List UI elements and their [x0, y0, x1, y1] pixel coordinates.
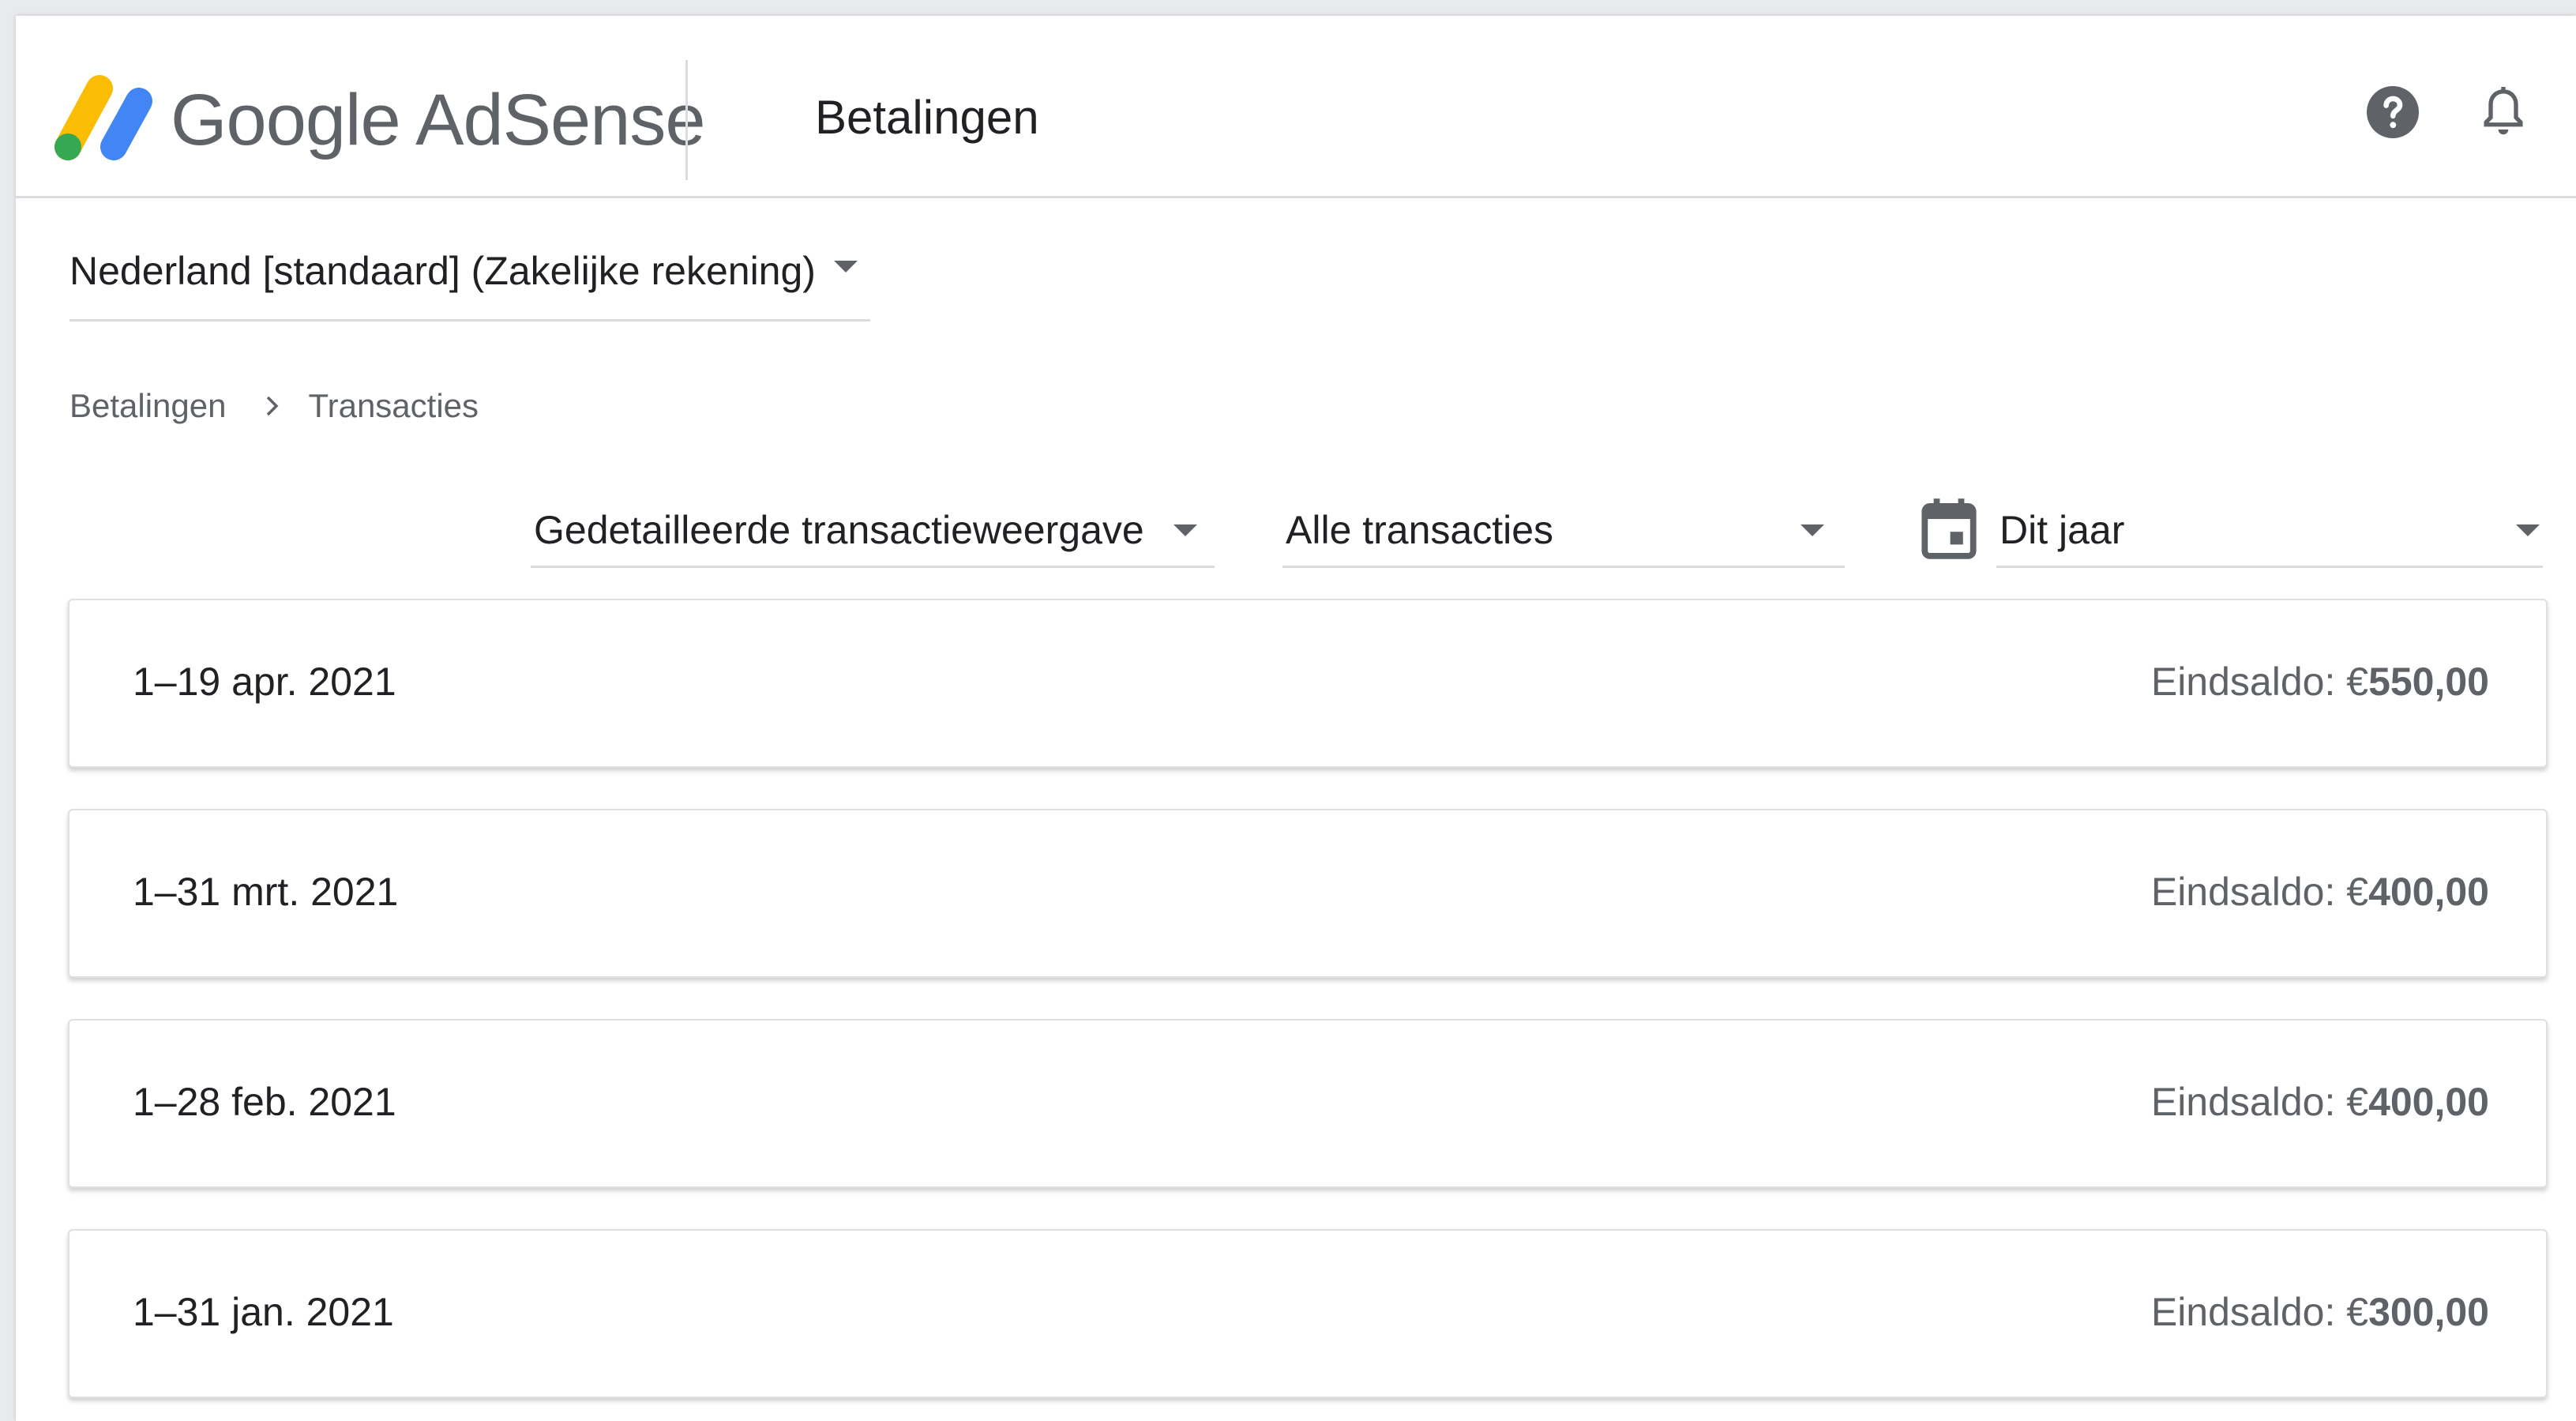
page-title: Betalingen: [815, 91, 1039, 144]
period-card[interactable]: 1–19 apr. 2021 Eindsaldo: €550,00: [68, 599, 2548, 768]
adsense-logo-icon: [54, 75, 152, 160]
calendar-icon[interactable]: [1917, 496, 1981, 562]
dropdown-arrow-icon: [1801, 524, 1824, 536]
help-button[interactable]: [2361, 81, 2424, 144]
dropdown-arrow-icon: [834, 261, 858, 273]
account-selector[interactable]: Nederland [standaard] (Zakelijke rekenin…: [69, 240, 870, 321]
transaction-type-dropdown[interactable]: Alle transacties: [1282, 490, 1845, 568]
breadcrumb: Betalingen Transacties: [69, 384, 479, 428]
period-range: 1–19 apr. 2021: [133, 660, 396, 704]
top-bar: Google AdSense Betalingen: [16, 16, 2576, 198]
ending-balance: Eindsaldo: €300,00: [2151, 1289, 2489, 1335]
period-card[interactable]: 1–31 mrt. 2021 Eindsaldo: €400,00: [68, 809, 2548, 978]
ending-balance-amount: 400,00: [2368, 870, 2489, 914]
period-range: 1–31 mrt. 2021: [133, 870, 399, 914]
dropdown-arrow-icon: [1173, 524, 1197, 536]
view-type-dropdown[interactable]: Gedetailleerde transactieweergave: [531, 490, 1215, 568]
period-card[interactable]: 1–28 feb. 2021 Eindsaldo: €400,00: [68, 1019, 2548, 1188]
ending-balance-label: Eindsaldo:: [2150, 870, 2336, 914]
ending-balance: Eindsaldo: €400,00: [2151, 1079, 2489, 1125]
chevron-right-icon: [265, 394, 280, 418]
help-circle-icon: [2367, 86, 2419, 138]
notifications-button[interactable]: [2472, 81, 2535, 144]
currency-symbol: €: [2346, 870, 2369, 914]
transaction-type-value: Alle transacties: [1286, 508, 1554, 552]
brand-name: Google AdSense: [171, 80, 706, 160]
app-window: Google AdSense Betalingen Nederland [sta…: [16, 16, 2576, 1421]
ending-balance-amount: 550,00: [2368, 660, 2489, 704]
account-selector-value: Nederland [standaard] (Zakelijke rekenin…: [69, 249, 816, 293]
ending-balance-amount: 300,00: [2368, 1290, 2489, 1334]
view-type-value: Gedetailleerde transactieweergave: [534, 508, 1144, 552]
breadcrumb-current: Transacties: [308, 387, 479, 424]
period-range: 1–28 feb. 2021: [133, 1080, 396, 1124]
date-range-dropdown[interactable]: Dit jaar: [1996, 490, 2543, 568]
currency-symbol: €: [2346, 1080, 2369, 1124]
header-divider: [685, 60, 688, 180]
breadcrumb-payments-link[interactable]: Betalingen: [69, 387, 227, 425]
currency-symbol: €: [2346, 660, 2369, 704]
ending-balance-label: Eindsaldo:: [2150, 660, 2336, 704]
date-range-value: Dit jaar: [2000, 508, 2125, 552]
ending-balance-label: Eindsaldo:: [2150, 1290, 2336, 1334]
ending-balance: Eindsaldo: €550,00: [2151, 659, 2489, 705]
period-card[interactable]: 1–31 jan. 2021 Eindsaldo: €300,00: [68, 1229, 2548, 1398]
ending-balance: Eindsaldo: €400,00: [2151, 869, 2489, 915]
currency-symbol: €: [2346, 1290, 2369, 1334]
ending-balance-amount: 400,00: [2368, 1080, 2489, 1124]
bell-icon: [2484, 87, 2523, 135]
period-range: 1–31 jan. 2021: [133, 1290, 394, 1334]
dropdown-arrow-icon: [2516, 524, 2540, 536]
ending-balance-label: Eindsaldo:: [2150, 1080, 2336, 1124]
